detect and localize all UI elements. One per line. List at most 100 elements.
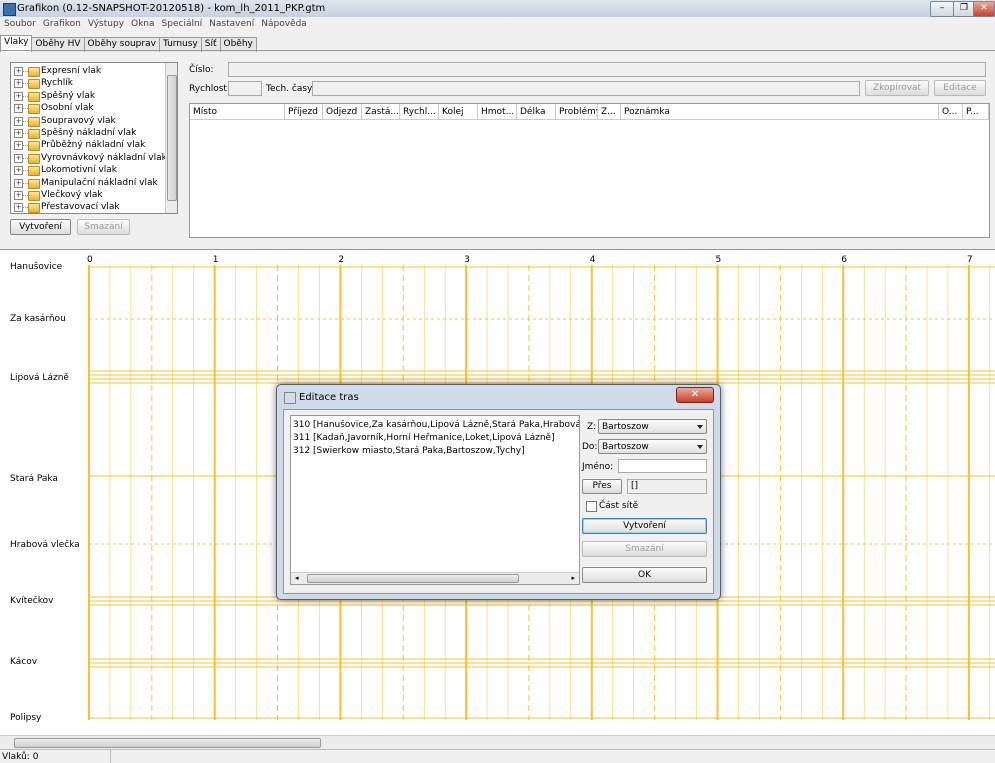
via-button[interactable]: Přes (582, 479, 622, 494)
folder-icon (28, 129, 40, 139)
chevron-down-icon (697, 445, 703, 449)
column-header[interactable]: Délka (517, 104, 556, 120)
folder-icon (28, 116, 40, 127)
tree-scrollbar[interactable] (165, 63, 177, 213)
folder-icon (28, 104, 40, 115)
name-label: Jméno: (582, 462, 614, 472)
menu-vystupy[interactable]: Výstupy (84, 17, 127, 29)
station-label: Kvítečkov (10, 596, 54, 606)
dialog-icon (284, 392, 296, 404)
to-label: Do: (582, 442, 598, 452)
hour-label: 5 (716, 255, 722, 265)
column-header[interactable]: Z... (598, 104, 621, 120)
hour-label: 3 (464, 255, 470, 265)
graph-scrollbar[interactable] (0, 735, 995, 749)
folder-icon (28, 141, 40, 152)
hour-label: 0 (87, 255, 93, 265)
station-label: Polipsy (10, 713, 42, 723)
chevron-down-icon (697, 425, 703, 429)
dialog-body: 310 [Hanušovice,Za kasárňou,Lipová Lázně… (283, 409, 714, 594)
menu-soubor[interactable]: Soubor (0, 17, 39, 29)
hour-label: 6 (841, 255, 847, 265)
hour-label: 1 (213, 255, 219, 265)
list-item[interactable]: 311 [Kadaň,Javorník,Horní Heřmanice,Loke… (293, 433, 555, 443)
folder-icon (28, 79, 40, 90)
folder-icon (28, 178, 40, 189)
menu-napoveda[interactable]: Nápověda (257, 17, 310, 29)
speed-field[interactable] (228, 81, 262, 96)
from-label: Z: (587, 422, 597, 432)
column-header[interactable]: Hmot... (478, 104, 517, 120)
delete-train-button[interactable]: Smazání (77, 219, 130, 235)
scroll-left-icon[interactable]: ◂ (295, 574, 299, 582)
column-header[interactable]: Odjezd (323, 104, 362, 120)
folder-icon (28, 91, 40, 102)
column-header[interactable]: Příjezd (285, 104, 323, 120)
tech-times-field[interactable] (312, 81, 860, 96)
number-field[interactable] (228, 62, 986, 77)
scrollbar-thumb[interactable] (307, 574, 519, 583)
route-list[interactable]: 310 [Hanušovice,Za kasárňou,Lipová Lázně… (290, 415, 580, 585)
menu-okna[interactable]: Okna (127, 17, 158, 29)
column-header[interactable]: Kolej (439, 104, 478, 120)
scroll-right-icon[interactable]: ▸ (571, 574, 575, 582)
column-header[interactable]: Místo (190, 104, 285, 120)
minimize-icon[interactable]: – (930, 1, 954, 17)
via-field: [] (627, 479, 707, 494)
from-select[interactable]: Bartoszow (598, 419, 707, 434)
dialog-close-icon[interactable]: ✕ (676, 387, 714, 403)
station-label: Kácov (10, 657, 38, 667)
scrollbar-thumb[interactable] (14, 738, 321, 748)
hour-label: 7 (967, 255, 973, 265)
station-label: Za kasárňou (10, 314, 66, 324)
station-label: Lipová Lázně (10, 373, 69, 383)
speed-label: Rychlost: (189, 84, 230, 94)
list-item[interactable]: 310 [Hanušovice,Za kasárňou,Lipová Lázně… (293, 420, 579, 430)
hour-label: 4 (590, 255, 596, 265)
menu-specialni[interactable]: Speciální (158, 17, 206, 29)
dialog-title: Editace tras (299, 392, 359, 403)
column-header[interactable]: P... (963, 104, 989, 120)
column-header[interactable]: Problémy (556, 104, 598, 120)
create-route-button[interactable]: Vytvoření (582, 518, 707, 534)
menu-bar: Soubor Grafikon Výstupy Okna Speciální Nastav… (0, 17, 995, 33)
folder-icon (28, 203, 40, 213)
column-header[interactable]: Zastá... (362, 104, 400, 120)
menu-nastaveni[interactable]: Nastavení (205, 17, 257, 29)
app-icon (3, 3, 16, 16)
status-bar: Vlaků: 0 (0, 749, 995, 763)
scrollbar-thumb[interactable] (167, 75, 177, 201)
create-train-button[interactable]: Vytvoření (10, 219, 71, 235)
column-header[interactable]: Rychl... (400, 104, 439, 120)
number-label: Číslo: (189, 65, 214, 75)
to-select[interactable]: Bartoszow (598, 439, 707, 454)
title-bar: Grafikon (0.12-SNAPSHOT-20120518) - kom_… (0, 0, 995, 18)
menu-grafikon[interactable]: Grafikon (39, 17, 84, 29)
main-tabs: Vlaky Oběhy HV Oběhy souprav Turnusy Síť Oběh… (0, 35, 257, 52)
name-input[interactable] (618, 459, 707, 473)
folder-icon (28, 67, 40, 77)
window-title: Grafikon (0.12-SNAPSHOT-20120518) - kom_… (17, 3, 326, 14)
net-part-checkbox[interactable] (586, 501, 597, 512)
net-part-label: Část sítě (599, 501, 639, 511)
train-count: Vlaků: 0 (2, 752, 39, 762)
maximize-icon[interactable]: ❐ (953, 1, 975, 17)
station-label: Hrabová vlečka (10, 540, 80, 550)
hour-label: 2 (338, 255, 344, 265)
station-label: Hanušovice (10, 262, 63, 272)
edit-button[interactable]: Editace (934, 80, 986, 96)
ok-button[interactable]: OK (582, 567, 707, 583)
copy-button[interactable]: Zkopírovat (865, 80, 929, 96)
train-type-tree[interactable]: + Expresní vlak + Rychlík + Spěšný vlak + Os… (10, 62, 178, 214)
folder-icon (28, 191, 40, 201)
close-icon[interactable]: ✕ (973, 1, 995, 17)
route-list-scrollbar[interactable]: ◂ ▸ (291, 572, 579, 584)
folder-icon (28, 153, 40, 164)
list-item[interactable]: 312 [Swierkow miasto,Stará Paka,Bartoszo… (293, 446, 525, 456)
column-header[interactable]: Poznámka (621, 104, 939, 120)
delete-route-button[interactable]: Smazání (582, 541, 707, 557)
timetable-table[interactable]: Místo Příjezd Odjezd Zastá... Rychl... K… (189, 103, 990, 238)
column-header[interactable]: O... (939, 104, 963, 120)
station-label: Stará Paka (10, 474, 58, 484)
folder-icon (28, 166, 40, 177)
